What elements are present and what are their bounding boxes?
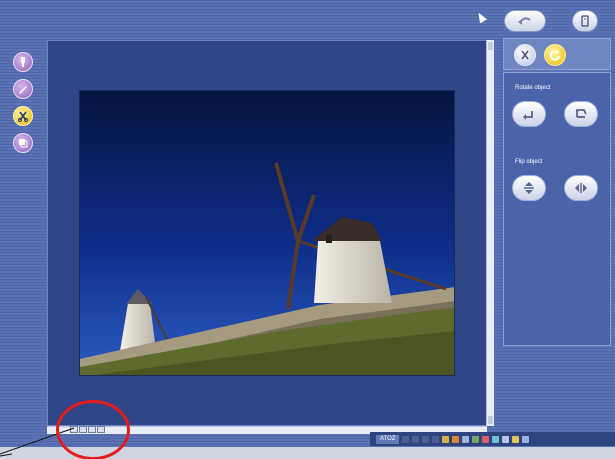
flip-vertical-icon	[524, 182, 534, 194]
menu-button[interactable]	[572, 10, 598, 32]
transform-panel: Rotate object Flip object	[503, 72, 611, 346]
scroll-down-arrow[interactable]	[488, 416, 493, 424]
mode-bar	[503, 38, 611, 70]
rotate-right-button[interactable]	[564, 101, 598, 127]
status-bar: ATOZ	[370, 432, 615, 446]
rotate-left-icon	[523, 111, 533, 120]
scroll-up-arrow[interactable]	[488, 42, 493, 50]
film-strip-icon[interactable]	[412, 435, 420, 443]
rotate-icon	[550, 50, 560, 61]
photo-editor-window: Rotate object Flip object ATOZ	[0, 0, 615, 459]
rotate-object-label: Rotate object	[515, 85, 551, 91]
film-strip-icon[interactable]	[422, 435, 430, 443]
undo-button[interactable]	[504, 10, 546, 32]
mouse-pointer-icon	[475, 10, 487, 24]
layers-icon	[19, 139, 28, 148]
share-icon[interactable]	[512, 435, 520, 443]
scissors-icon	[18, 111, 28, 122]
flip-object-label: Flip object	[515, 159, 543, 165]
rotate-mode-button[interactable]	[544, 44, 566, 66]
undo-arrow-icon	[518, 17, 531, 25]
print-icon[interactable]	[482, 435, 490, 443]
pencil-icon	[19, 86, 27, 94]
crop-mode-button[interactable]	[514, 44, 536, 66]
image-icon[interactable]	[472, 435, 480, 443]
flip-horizontal-button[interactable]	[564, 175, 598, 201]
tool-paint[interactable]	[13, 52, 33, 72]
edit-icon[interactable]	[462, 435, 470, 443]
tool-pencil[interactable]	[13, 79, 33, 99]
help-icon[interactable]	[522, 435, 530, 443]
save-icon[interactable]	[502, 435, 510, 443]
scissors-icon	[521, 50, 529, 60]
film-strip-icon[interactable]	[432, 435, 440, 443]
menu-icon	[581, 15, 589, 27]
flip-vertical-button[interactable]	[512, 175, 546, 201]
folder-icon[interactable]	[442, 435, 450, 443]
annotation-circle	[56, 400, 130, 459]
tool-edit[interactable]	[13, 106, 33, 126]
status-label: ATOZ	[376, 434, 400, 444]
rotate-right-icon	[576, 109, 587, 118]
film-strip-icon[interactable]	[402, 435, 410, 443]
photo-image	[80, 91, 454, 375]
paint-brush-icon[interactable]	[452, 435, 460, 443]
rotate-left-button[interactable]	[512, 101, 546, 127]
vertical-scrollbar[interactable]	[486, 40, 494, 426]
email-icon[interactable]	[492, 435, 500, 443]
flip-horizontal-icon	[575, 183, 587, 193]
tool-layers[interactable]	[13, 133, 33, 153]
paint-icon	[21, 57, 25, 67]
windmill-photo[interactable]	[79, 90, 455, 376]
